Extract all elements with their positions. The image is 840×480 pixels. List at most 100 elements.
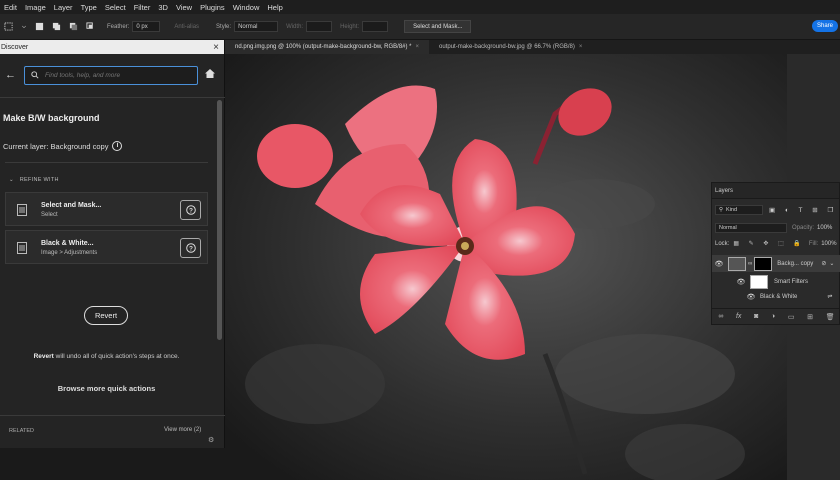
quick-action-title: Make B/W background (3, 113, 100, 123)
menu-window[interactable]: Window (229, 3, 264, 12)
menu-image[interactable]: Image (21, 3, 50, 12)
width-label: Width: (286, 23, 304, 30)
info-icon[interactable]: i (112, 141, 123, 151)
current-layer-label: Current layer: Background copy (3, 141, 109, 151)
kind-label: Kind (726, 207, 738, 213)
gear-icon[interactable]: ⚙ (208, 436, 214, 444)
layer-name[interactable]: Smart Filters (774, 279, 808, 285)
document-canvas[interactable] (225, 54, 787, 480)
view-more-link[interactable]: View more (2) (164, 427, 201, 433)
fill-value[interactable]: 100% (821, 241, 836, 247)
eye-icon[interactable]: 👁 (746, 293, 756, 301)
help-icon-button[interactable]: ? (180, 200, 201, 220)
search-input[interactable] (45, 71, 185, 79)
help-icon-button[interactable]: ? (180, 238, 201, 258)
discover-panel: Discover × ← Make B/W background Current… (0, 40, 225, 448)
menu-plugins[interactable]: Plugins (196, 3, 229, 12)
tab-document-2[interactable]: output-make-background-bw.jpg @ 66.7% (R… (429, 40, 592, 54)
fx-icon[interactable]: fx (736, 313, 741, 320)
link-layers-icon[interactable]: ∞ (718, 313, 723, 320)
close-icon[interactable]: × (579, 44, 583, 50)
eye-icon[interactable]: 👁 (714, 260, 724, 268)
chevron-down-icon[interactable] (21, 22, 27, 31)
discover-search-box[interactable] (24, 65, 198, 85)
width-input[interactable] (306, 21, 333, 32)
layers-filter-row: ⚲ Kind ▣ ◐ T ⊞ ❐ (712, 205, 840, 215)
opacity-value[interactable]: 100% (817, 225, 832, 231)
current-layer-row: Current layer: Background copy i (3, 141, 123, 151)
svg-text:?: ? (189, 246, 193, 253)
refine-card-black-white[interactable]: Black & White... Image > Adjustments ? (5, 230, 208, 264)
opacity-label: Opacity: (792, 225, 815, 231)
tab-label: output-make-background-bw.jpg @ 66.7% (R… (439, 44, 575, 50)
add-selection-icon[interactable] (52, 22, 61, 31)
menu-filter[interactable]: Filter (130, 3, 155, 12)
layer-name[interactable]: Black & White (760, 294, 797, 300)
mask-thumbnail[interactable] (754, 256, 773, 271)
home-icon[interactable] (204, 68, 216, 79)
smart-object-icon: ⊘ (821, 261, 827, 267)
card-title: Black & White... (41, 240, 94, 247)
refine-with-toggle[interactable]: ⌄ REFINE WITH (9, 177, 59, 183)
subtract-selection-icon[interactable] (69, 22, 78, 31)
menu-layer[interactable]: Layer (50, 3, 77, 12)
menu-select[interactable]: Select (101, 3, 130, 12)
back-arrow-icon[interactable]: ← (5, 69, 16, 81)
discover-scrollbar[interactable] (217, 100, 222, 340)
menu-3d[interactable]: 3D (154, 3, 172, 12)
close-icon[interactable]: × (213, 42, 219, 53)
style-select[interactable]: Normal (234, 21, 279, 32)
intersect-selection-icon[interactable] (86, 22, 95, 31)
layer-name[interactable]: Backg... copy (777, 261, 813, 267)
menu-view[interactable]: View (172, 3, 196, 12)
adjustment-layer-icon[interactable]: ◑ (771, 313, 775, 320)
menu-edit[interactable]: Edit (0, 3, 21, 12)
layers-panel: Layers ⚲ Kind ▣ ◐ T ⊞ ❐ Normal Opacity: 1… (711, 182, 840, 325)
kind-filter-select[interactable]: ⚲ Kind (715, 205, 763, 215)
refine-card-select-and-mask[interactable]: Select and Mask... Select ? (5, 192, 208, 226)
add-mask-icon[interactable]: ◙ (754, 313, 758, 320)
divider (0, 415, 225, 416)
tab-document-1[interactable]: nd.png.img.png @ 100% (output-make-backg… (225, 40, 430, 54)
filter-mask-thumbnail[interactable] (750, 274, 768, 289)
discover-title: Discover (1, 43, 29, 51)
card-subtitle: Image > Adjustments (41, 250, 98, 256)
new-selection-icon[interactable] (35, 22, 44, 31)
options-bar: Feather: 0 px Anti-alias Style: Normal W… (0, 14, 840, 40)
layers-bottom-bar: ∞ fx ◙ ◑ ▭ ⊞ 🗑 (712, 308, 840, 324)
discover-search-row: ← (0, 64, 225, 86)
filter-options-icon[interactable]: ⇌ (827, 293, 832, 300)
height-input[interactable] (362, 21, 389, 32)
antialias-checkbox[interactable]: Anti-alias (174, 24, 199, 30)
marquee-tool-icon[interactable] (4, 22, 13, 31)
layer-row-background-copy[interactable]: 👁 ∞ Backg... copy ⊘ ⌄ (712, 255, 840, 272)
group-icon[interactable]: ▭ (788, 313, 795, 321)
feather-label: Feather: (107, 23, 130, 30)
layer-row-black-white[interactable]: 👁 Black & White ⇌ (712, 288, 840, 305)
discover-header: Discover × (0, 40, 224, 54)
trash-icon[interactable]: 🗑 (826, 313, 835, 321)
chevron-down-icon: ⌄ (9, 177, 14, 183)
close-icon[interactable]: × (416, 44, 420, 50)
feather-input[interactable]: 0 px (132, 21, 161, 32)
chevron-down-icon[interactable]: ⌄ (829, 260, 834, 267)
share-button[interactable]: Share (811, 20, 838, 32)
layer-thumbnail (728, 256, 746, 271)
menu-help[interactable]: Help (263, 3, 286, 12)
layers-title[interactable]: Layers (715, 188, 733, 194)
new-layer-icon[interactable]: ⊞ (807, 313, 813, 321)
refine-with-label: REFINE WITH (19, 177, 59, 183)
help-icon: ? (185, 243, 196, 253)
revert-note-text: will undo all of quick action's steps at… (53, 353, 180, 360)
browse-more-link[interactable]: Browse more quick actions (0, 384, 213, 393)
menu-type[interactable]: Type (77, 3, 101, 12)
revert-button[interactable]: Revert (84, 306, 128, 325)
revert-note-bold: Revert (33, 353, 54, 360)
layers-header: Layers (712, 183, 839, 199)
select-and-mask-button[interactable]: Select and Mask... (404, 20, 472, 33)
blend-mode-select[interactable]: Normal (715, 223, 787, 233)
eye-icon[interactable]: 👁 (736, 278, 746, 286)
filter-icons[interactable]: ▣ ◐ T ⊞ ❐ (769, 206, 837, 214)
lock-icons[interactable]: ▦ ✎ ✥ ⬚ 🔒 (733, 240, 805, 247)
divider (0, 97, 225, 98)
